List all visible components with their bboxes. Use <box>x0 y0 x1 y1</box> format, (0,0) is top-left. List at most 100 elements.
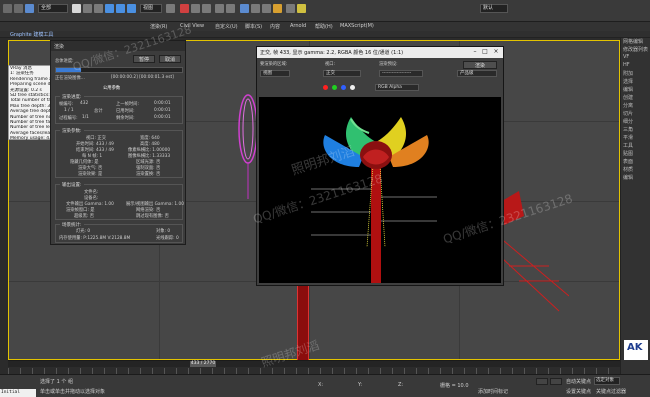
cmd-item[interactable]: 三角 <box>621 126 650 134</box>
menu-help[interactable]: 帮助(H) <box>315 23 333 30</box>
menu-render[interactable]: 渲染(R) <box>150 23 167 30</box>
render-status: 正在渲染图像... <box>55 76 85 81</box>
cmd-item[interactable]: 分离 <box>621 102 650 110</box>
ribbon-tabs: Graphite 建模工具 <box>0 31 650 38</box>
output-settings-group: 输出设置: 文件名: 设备名: 文件输出 Gamma: 1.00 展示/视图输出… <box>55 182 184 220</box>
tab-graphite[interactable]: Graphite 建模工具 <box>10 31 53 38</box>
displacement-info: 渲染置换: 否 <box>136 172 161 177</box>
close-icon[interactable]: × <box>492 48 500 56</box>
alpha-channel-icon[interactable] <box>350 85 355 90</box>
play-icon[interactable] <box>550 378 562 385</box>
minimize-icon[interactable]: – <box>471 48 479 56</box>
maximize-icon[interactable]: □ <box>481 48 489 56</box>
render-setup-icon[interactable] <box>286 4 295 13</box>
rect-select-icon[interactable] <box>94 4 103 13</box>
cmd-item[interactable]: 切片 <box>621 110 650 118</box>
link-icon[interactable] <box>25 4 34 13</box>
area-dropdown[interactable]: 视图 <box>260 70 290 77</box>
cancel-button[interactable]: 取消 <box>159 55 181 63</box>
cmd-item[interactable]: 编辑 <box>621 174 650 182</box>
prompt-hint: 单击或单击并拖动以选择对象 <box>40 389 106 395</box>
progress-label: 总体进度: <box>55 59 74 64</box>
angle-snap-icon[interactable] <box>191 4 200 13</box>
ak-logo: AK <box>624 340 648 360</box>
cmd-item[interactable]: 编辑 <box>621 86 650 94</box>
maxscript-listener[interactable]: Initial Cleanu <box>0 389 36 397</box>
move-icon[interactable] <box>105 4 114 13</box>
redo-icon[interactable] <box>14 4 23 13</box>
group-title: 输出设置: <box>60 182 84 188</box>
pivot-icon[interactable] <box>166 4 175 13</box>
menu-scripting[interactable]: 脚本(S) <box>245 23 262 30</box>
time-slider-track[interactable] <box>8 361 620 367</box>
cmd-item[interactable]: VF <box>621 54 650 62</box>
cmd-item[interactable]: HF <box>621 62 650 70</box>
snap-icon[interactable] <box>180 4 189 13</box>
set-key-label[interactable]: 设置关键点 <box>566 388 591 395</box>
play-back-icon[interactable] <box>536 378 548 385</box>
scale-icon[interactable] <box>127 4 136 13</box>
align-icon[interactable] <box>226 4 235 13</box>
undo-icon[interactable] <box>3 4 12 13</box>
cmd-item[interactable]: 工具 <box>621 142 650 150</box>
render-button[interactable]: 渲染 <box>463 61 497 69</box>
viewport-dropdown[interactable]: 正交 <box>323 70 361 77</box>
time-slider-thumb[interactable]: 433 / 2770 <box>190 361 216 367</box>
timeline[interactable]: 433 / 2770 <box>8 360 620 374</box>
cmd-item[interactable]: 创建 <box>621 94 650 102</box>
red-channel-icon[interactable] <box>323 85 328 90</box>
curve-editor-icon[interactable] <box>251 4 260 13</box>
auto-key-label[interactable]: 自动关键点 <box>566 378 591 385</box>
select-object-icon[interactable] <box>72 4 81 13</box>
cmd-item[interactable]: 贴图 <box>621 150 650 158</box>
memory-info: 内存使用量: P:1225.8M V:2128.8M <box>59 236 131 241</box>
menu-bar: 渲染(R) Civil View 自定义(U) 脚本(S) 内容 Arnold … <box>0 22 650 31</box>
preset-dropdown[interactable]: ------------------ <box>379 70 423 77</box>
group-title: 渲染参数: <box>60 128 84 134</box>
status-bar: 选择了 1 个 组 单击或单击并拖动以选择对象 X: Y: Z: 栅格 = 10… <box>0 374 650 397</box>
material-editor-icon[interactable] <box>273 4 282 13</box>
red-column <box>297 281 309 361</box>
elapsed-label: 已用时间: <box>116 109 135 114</box>
frame-value: 432 <box>80 101 89 106</box>
cmd-item[interactable]: 修改器列表 <box>621 46 650 54</box>
render-params-group: 渲染参数: 视口: 正交 宽度: 640 开始时间: 433 / 49 高度: … <box>55 128 183 178</box>
schematic-icon[interactable] <box>262 4 271 13</box>
frame-buffer-title: 正交, 帧 433, 显示 gamma: 2.2, RGBA 颜色 16 位/通… <box>260 50 404 56</box>
view-dropdown[interactable]: 视图 <box>140 4 162 13</box>
selection-filter-dropdown[interactable]: 全部 <box>38 4 68 13</box>
green-channel-icon[interactable] <box>332 85 337 90</box>
product-dropdown[interactable]: 产品级 <box>457 70 497 77</box>
render-teapot-icon[interactable] <box>297 4 306 13</box>
key-filter-button[interactable]: 关键点过滤器 <box>596 388 626 395</box>
render-progress-group: 渲染进度: 帧编号: 432 上一帧时间: 0:00:01 1 / 1 总计 已… <box>55 94 183 124</box>
cmd-item[interactable]: 表面 <box>621 158 650 166</box>
layer-icon[interactable] <box>240 4 249 13</box>
cmd-item[interactable]: 细分 <box>621 118 650 126</box>
rotate-icon[interactable] <box>116 4 125 13</box>
select-by-name-icon[interactable] <box>83 4 92 13</box>
add-time-tag[interactable]: 添加时间标记 <box>478 388 508 395</box>
menu-arnold[interactable]: Arnold <box>290 23 306 29</box>
area-label: 要渲染的区域: <box>260 62 288 67</box>
cmd-item[interactable]: 网格编辑 <box>621 38 650 46</box>
cmd-item[interactable]: 附加 <box>621 70 650 78</box>
cmd-item[interactable]: 选择 <box>621 78 650 86</box>
menu-customize[interactable]: 自定义(U) <box>215 23 238 30</box>
menu-content[interactable]: 内容 <box>270 23 280 30</box>
channel-dropdown[interactable]: RGB Alpha <box>375 84 419 91</box>
cmd-item[interactable]: 平滑 <box>621 134 650 142</box>
percent-snap-icon[interactable] <box>202 4 211 13</box>
menu-civil-view[interactable]: Civil View <box>180 23 204 29</box>
workspace-dropdown[interactable]: 默认 <box>480 4 508 13</box>
selected-object-dropdown[interactable]: 选定对象 <box>594 377 620 385</box>
mirror-icon[interactable] <box>215 4 224 13</box>
list-item: Memory usage: 4.13 MB <box>10 136 50 142</box>
blue-channel-icon[interactable] <box>341 85 346 90</box>
remain-value: 0:00:01 <box>154 115 171 120</box>
cmd-item[interactable]: 材质 <box>621 166 650 174</box>
menu-maxscript[interactable]: MAXScript(M) <box>340 23 374 29</box>
progress-bar <box>55 67 183 73</box>
pause-button[interactable]: 暂停 <box>133 55 155 63</box>
elapsed-value: 0:00:01 <box>154 108 171 113</box>
